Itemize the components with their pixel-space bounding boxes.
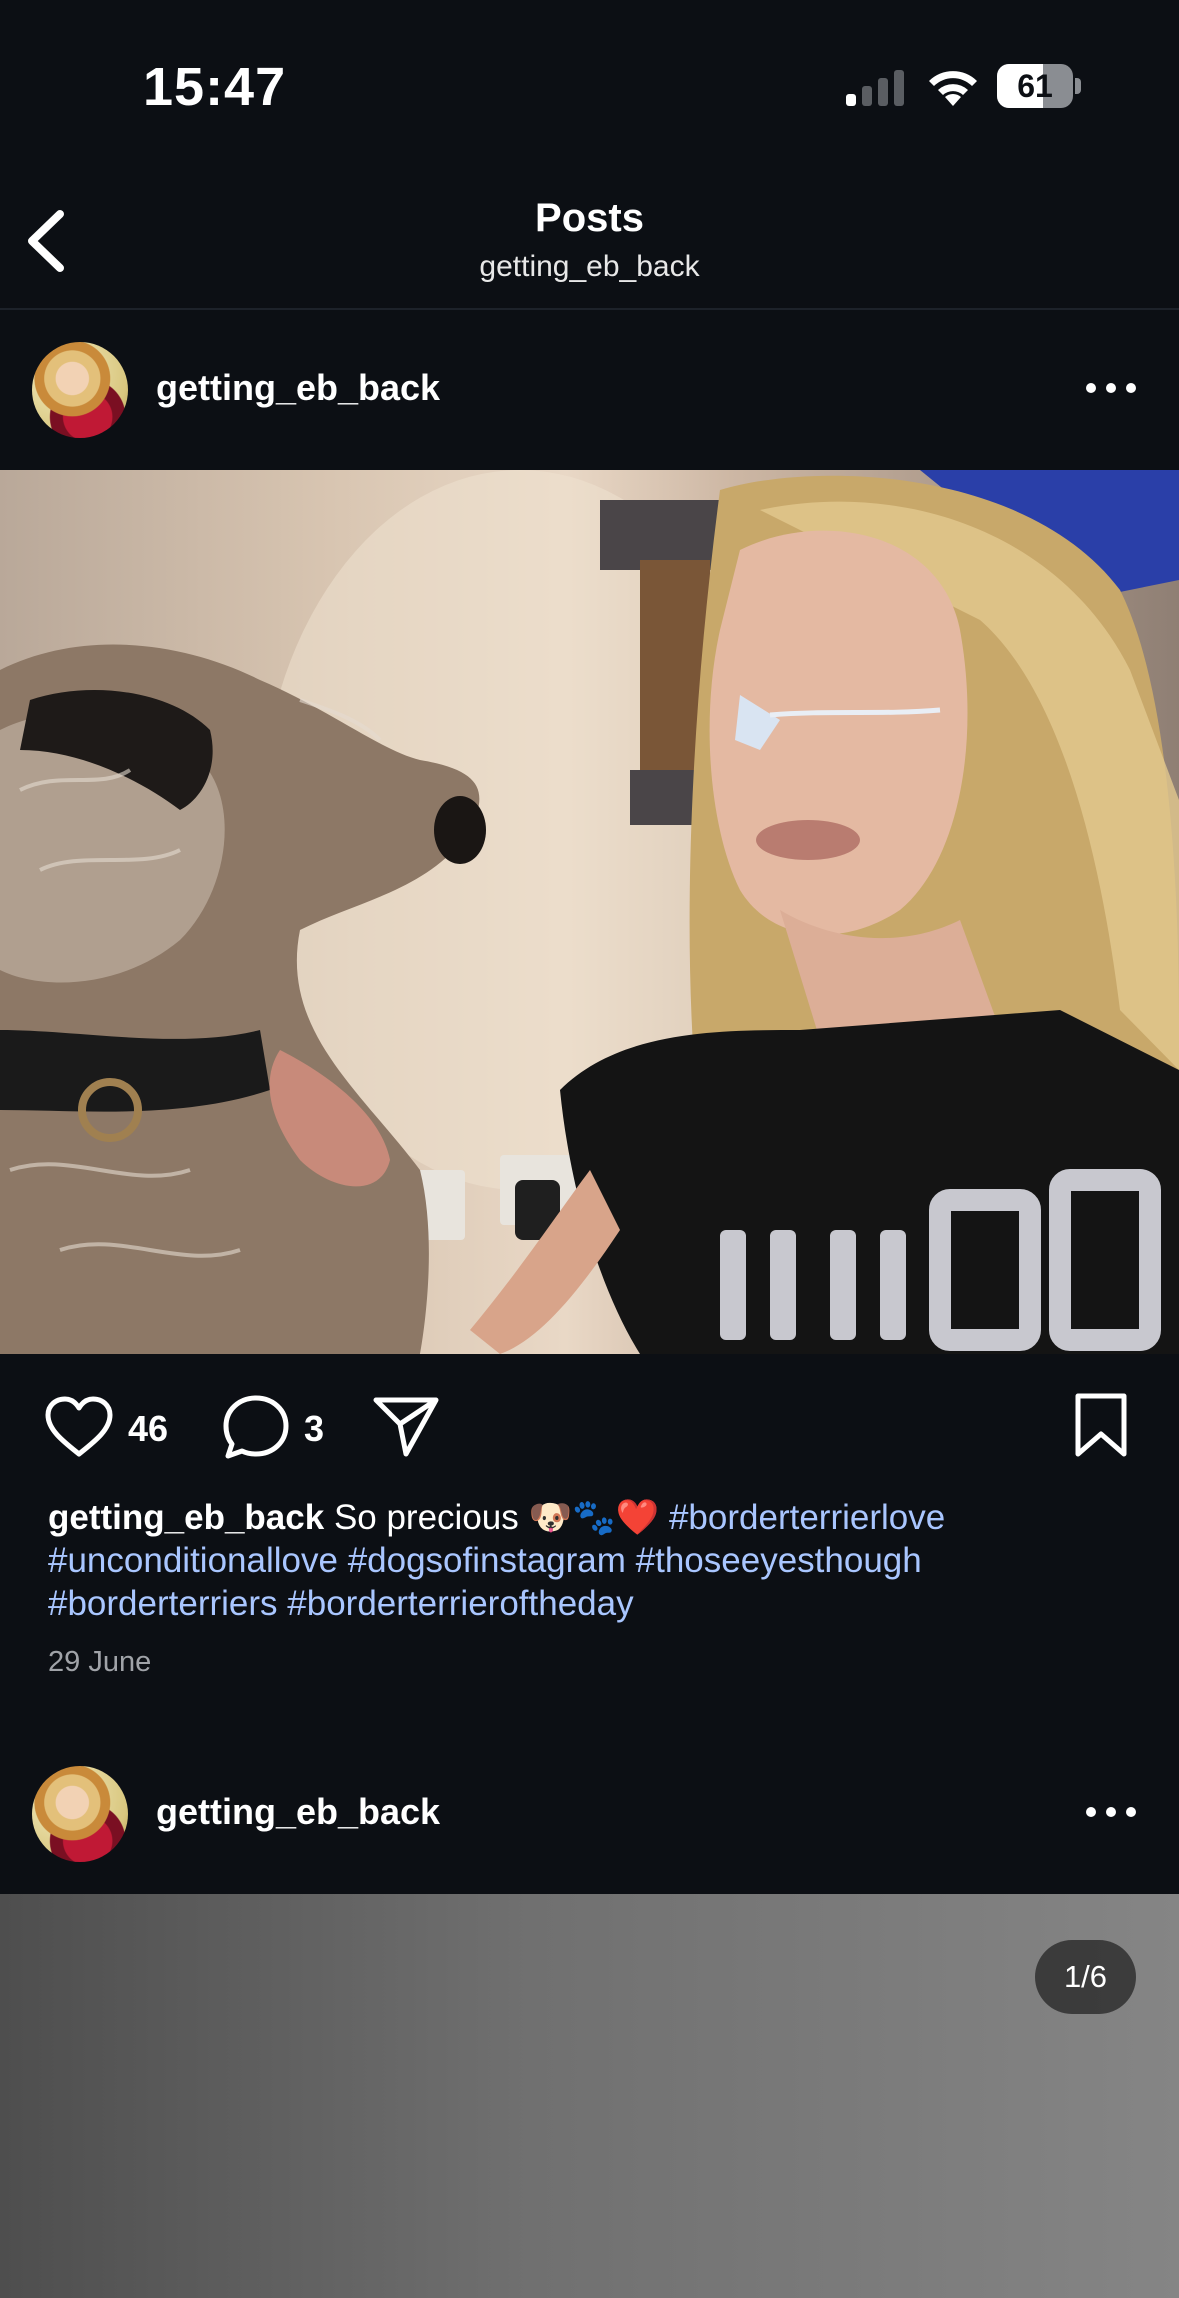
post-username[interactable]: getting_eb_back bbox=[156, 1791, 440, 1833]
caption-username[interactable]: getting_eb_back bbox=[48, 1498, 324, 1537]
hashtag[interactable]: #thoseeyesthough bbox=[636, 1541, 922, 1580]
hashtag[interactable]: #unconditionallove bbox=[48, 1541, 338, 1580]
post-photo[interactable] bbox=[0, 1894, 1179, 2298]
like-count[interactable]: 46 bbox=[128, 1408, 168, 1450]
hashtag[interactable]: #borderterrieroftheday bbox=[287, 1584, 633, 1623]
more-options-icon[interactable] bbox=[1086, 1804, 1136, 1820]
carousel-counter-badge: 1/6 bbox=[1035, 1940, 1136, 2014]
cellular-signal-icon bbox=[846, 70, 904, 106]
battery-indicator: 61 bbox=[997, 64, 1081, 108]
post-username[interactable]: getting_eb_back bbox=[156, 367, 440, 409]
caption-text: So precious 🐶🐾❤️ bbox=[333, 1498, 660, 1537]
comment-bubble-icon[interactable] bbox=[222, 1394, 290, 1460]
bookmark-icon[interactable] bbox=[1072, 1392, 1130, 1458]
comment-count[interactable]: 3 bbox=[304, 1408, 324, 1450]
post-caption: getting_eb_back So precious 🐶🐾❤️ #border… bbox=[48, 1496, 1138, 1625]
page-subtitle: getting_eb_back bbox=[479, 250, 700, 283]
header-divider bbox=[0, 308, 1179, 310]
hashtag[interactable]: #dogsofinstagram bbox=[348, 1541, 626, 1580]
wifi-icon bbox=[929, 71, 977, 106]
hashtag[interactable]: #borderterriers bbox=[48, 1584, 278, 1623]
more-options-icon[interactable] bbox=[1086, 380, 1136, 396]
post-photo[interactable] bbox=[0, 470, 1179, 1354]
share-paper-plane-icon[interactable] bbox=[372, 1394, 440, 1458]
post-photo-illustration bbox=[0, 470, 1179, 1354]
status-time: 15:47 bbox=[143, 57, 287, 117]
page-title: Posts bbox=[535, 196, 644, 240]
avatar[interactable] bbox=[32, 342, 128, 438]
like-heart-icon[interactable] bbox=[44, 1396, 114, 1458]
battery-percent: 61 bbox=[1017, 68, 1053, 104]
post-date: 29 June bbox=[48, 1646, 152, 1678]
avatar[interactable] bbox=[32, 1766, 128, 1862]
hashtag[interactable]: #borderterrierlove bbox=[669, 1498, 945, 1537]
